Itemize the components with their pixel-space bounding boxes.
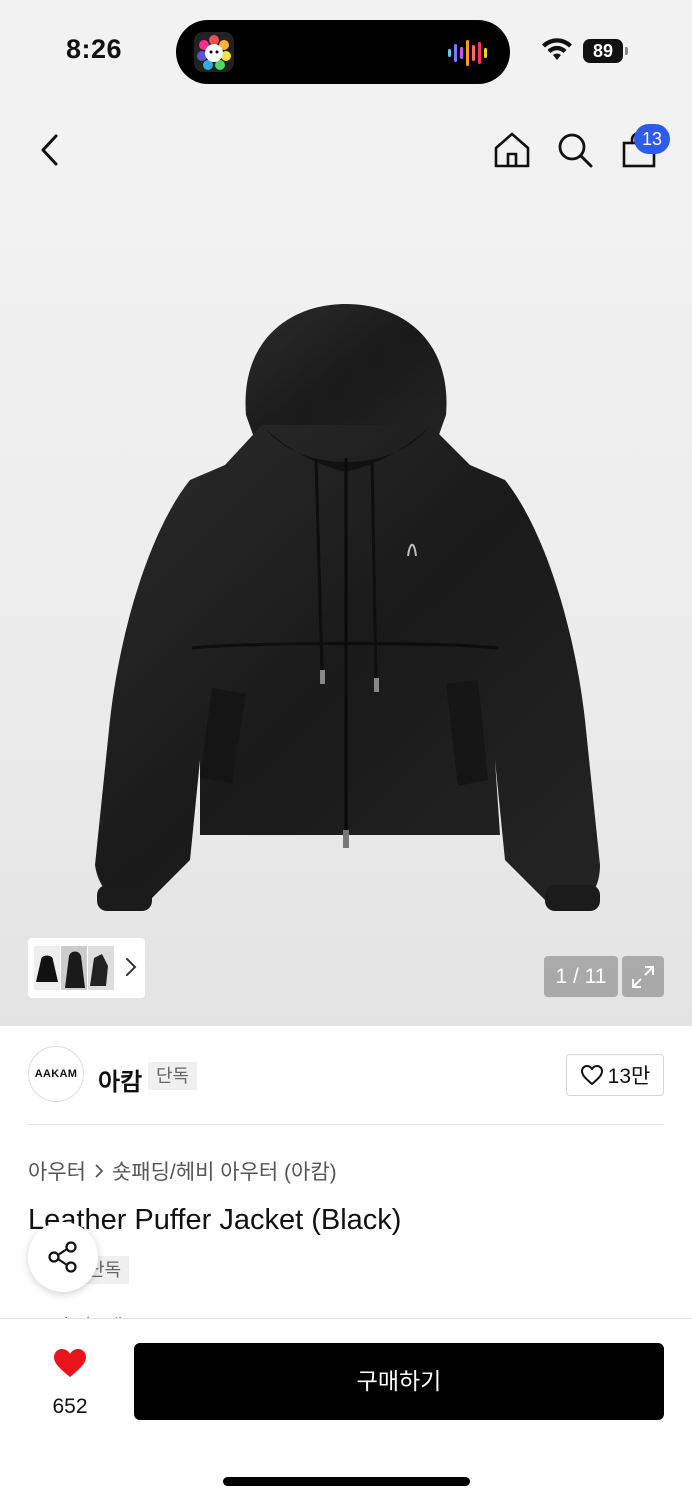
search-icon	[558, 133, 593, 168]
dynamic-island	[176, 20, 510, 84]
brand-logo-text: AAKAM	[34, 1068, 78, 1080]
chevron-right-icon	[95, 1164, 104, 1178]
search-button[interactable]	[553, 128, 597, 172]
expand-image-button[interactable]	[622, 956, 664, 997]
brand-like-count: 13만	[607, 1065, 651, 1088]
heart-filled-icon	[54, 1349, 86, 1377]
jacket-thumbnail-icon	[61, 946, 87, 990]
thumbnail-strip[interactable]	[28, 938, 145, 998]
cart-count-badge: 13	[634, 124, 670, 154]
share-button[interactable]	[28, 1222, 98, 1292]
top-navigation	[0, 100, 692, 200]
home-icon	[494, 132, 530, 168]
wishlist-count: 652	[52, 1395, 88, 1418]
breadcrumb: 아우터 숏패딩/헤비 아우터 (아캄)	[28, 1156, 337, 1186]
brand-row: AAKAM 아캄 단독 13만	[28, 1046, 664, 1106]
product-image-gallery[interactable]: 1 / 11	[0, 200, 692, 1026]
share-icon	[48, 1241, 77, 1273]
audio-wave-icon	[448, 40, 487, 66]
divider	[28, 1124, 664, 1125]
status-bar: 8:26 89	[0, 0, 692, 100]
thumbnail-3[interactable]	[88, 946, 114, 990]
back-button[interactable]	[28, 128, 72, 172]
buy-button[interactable]: 구매하기	[134, 1343, 664, 1420]
breadcrumb-subcategory[interactable]: 숏패딩/헤비 아우터 (아캄)	[112, 1156, 337, 1186]
jacket-thumbnail-icon	[88, 946, 114, 990]
flower-app-icon	[194, 32, 234, 72]
product-jacket-image	[95, 304, 600, 911]
thumbnail-1[interactable]	[34, 946, 60, 990]
home-button[interactable]	[490, 128, 534, 172]
exclusive-badge: 단독	[148, 1062, 198, 1090]
status-time: 8:26	[66, 34, 123, 64]
chevron-left-icon	[41, 134, 58, 166]
wishlist-button[interactable]: 652	[30, 1345, 110, 1425]
wifi-icon	[542, 38, 572, 60]
brand-logo[interactable]: AAKAM	[28, 1046, 84, 1102]
heart-outline-icon	[580, 1065, 603, 1085]
chevron-right-icon[interactable]	[125, 956, 137, 978]
jacket-thumbnail-icon	[34, 946, 60, 990]
image-counter: 1 / 11	[544, 956, 618, 997]
expand-icon	[632, 965, 654, 988]
breadcrumb-category[interactable]: 아우터	[28, 1156, 86, 1186]
brand-name[interactable]: 아캄	[98, 1062, 142, 1097]
thumbnail-2[interactable]	[61, 946, 87, 990]
home-indicator[interactable]	[223, 1477, 470, 1486]
bottom-action-bar: 652 구매하기	[0, 1318, 692, 1500]
battery-indicator: 89	[583, 39, 628, 63]
brand-like-button[interactable]: 13만	[566, 1054, 664, 1096]
